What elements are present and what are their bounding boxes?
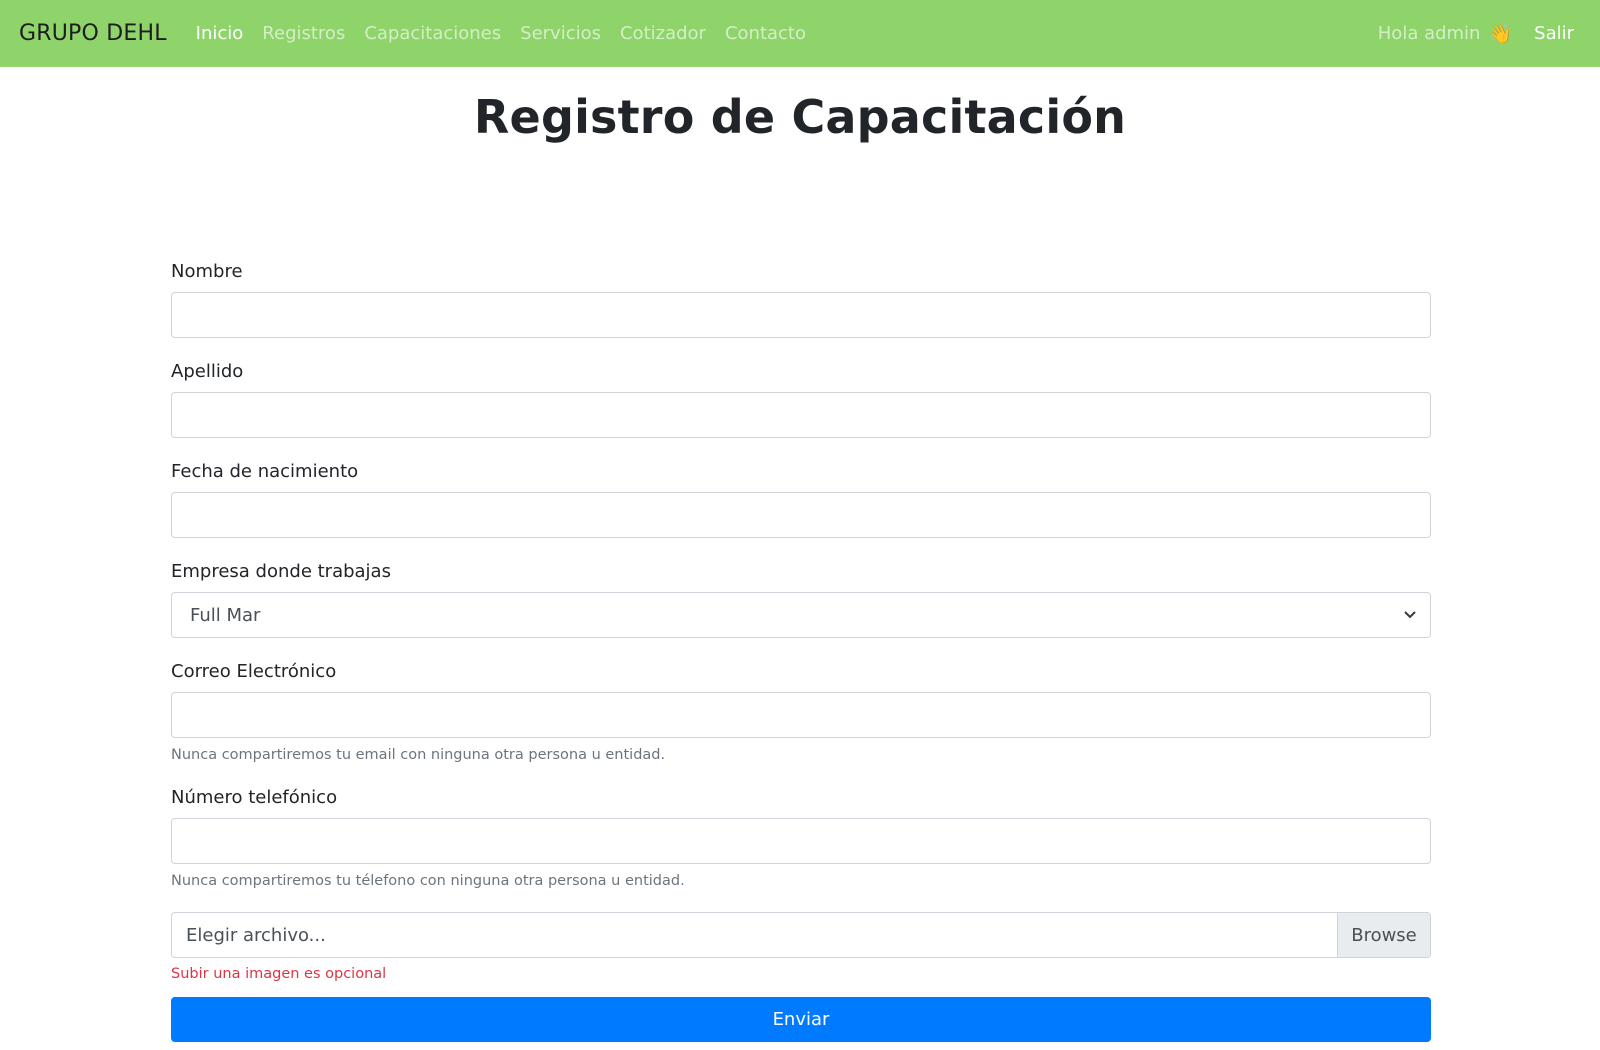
empresa-label: Empresa donde trabajas [171,561,391,582]
chevron-down-icon [1404,608,1416,623]
browse-button[interactable]: Browse [1337,913,1430,957]
nav-link-servicios[interactable]: Servicios [520,23,601,44]
telefono-group: Número telefónico Nunca compartiremos tu… [171,780,1431,892]
fecha-input[interactable] [171,492,1431,538]
nav-link-cotizador[interactable]: Cotizador [620,23,706,44]
telefono-label: Número telefónico [171,787,338,808]
page-title: Registro de Capacitación [473,90,1127,144]
nav-link-inicio[interactable]: Inicio [196,23,244,44]
nombre-label: Nombre [171,261,243,282]
apellido-group: Apellido [171,354,1431,438]
phone-help-text: Nunca compartiremos tu télefono con ning… [171,873,685,889]
apellido-label: Apellido [171,361,244,382]
email-help-text: Nunca compartiremos tu email con ninguna… [171,747,666,763]
phone-field[interactable] [171,818,1431,864]
nav-link-registros[interactable]: Registros [262,23,345,44]
fecha-label: Fecha de nacimiento [171,461,359,482]
correo-group: Correo Electrónico Nunca compartiremos t… [171,654,1431,766]
empresa-group: Empresa donde trabajas Full Mar [171,554,1431,638]
submit-button[interactable]: Enviar [171,997,1431,1042]
apellido-input[interactable] [171,392,1431,438]
file-optional-note: Subir una imagen es opcional [171,966,387,982]
top-navbar: GRUPO DEHL Inicio Registros Capacitacion… [0,0,1600,67]
email-field[interactable] [171,692,1431,738]
empresa-select[interactable]: Full Mar [171,592,1431,638]
fecha-group: Fecha de nacimiento [171,454,1431,538]
file-group: Elegir archivo... Browse Subir una image… [171,912,1431,985]
user-greeting: Hola admin [1377,23,1481,44]
nav-link-contacto[interactable]: Contacto [725,23,806,44]
file-input[interactable]: Elegir archivo... Browse [171,912,1431,958]
correo-label: Correo Electrónico [171,661,337,682]
nombre-group: Nombre [171,254,1431,338]
nav-user-area: Hola admin 👋 Salir [1378,22,1574,45]
empresa-selected-value: Full Mar [190,604,261,626]
file-placeholder: Elegir archivo... [186,924,326,946]
waving-hand-icon: 👋 [1488,23,1513,45]
brand-logo[interactable]: GRUPO DEHL [19,21,167,46]
nombre-input[interactable] [171,292,1431,338]
logout-link[interactable]: Salir [1534,23,1574,44]
nav-links: Inicio Registros Capacitaciones Servicio… [196,23,825,44]
registration-form: Nombre Apellido Fecha de nacimiento Empr… [171,254,1431,1042]
nav-link-capacitaciones[interactable]: Capacitaciones [364,23,501,44]
